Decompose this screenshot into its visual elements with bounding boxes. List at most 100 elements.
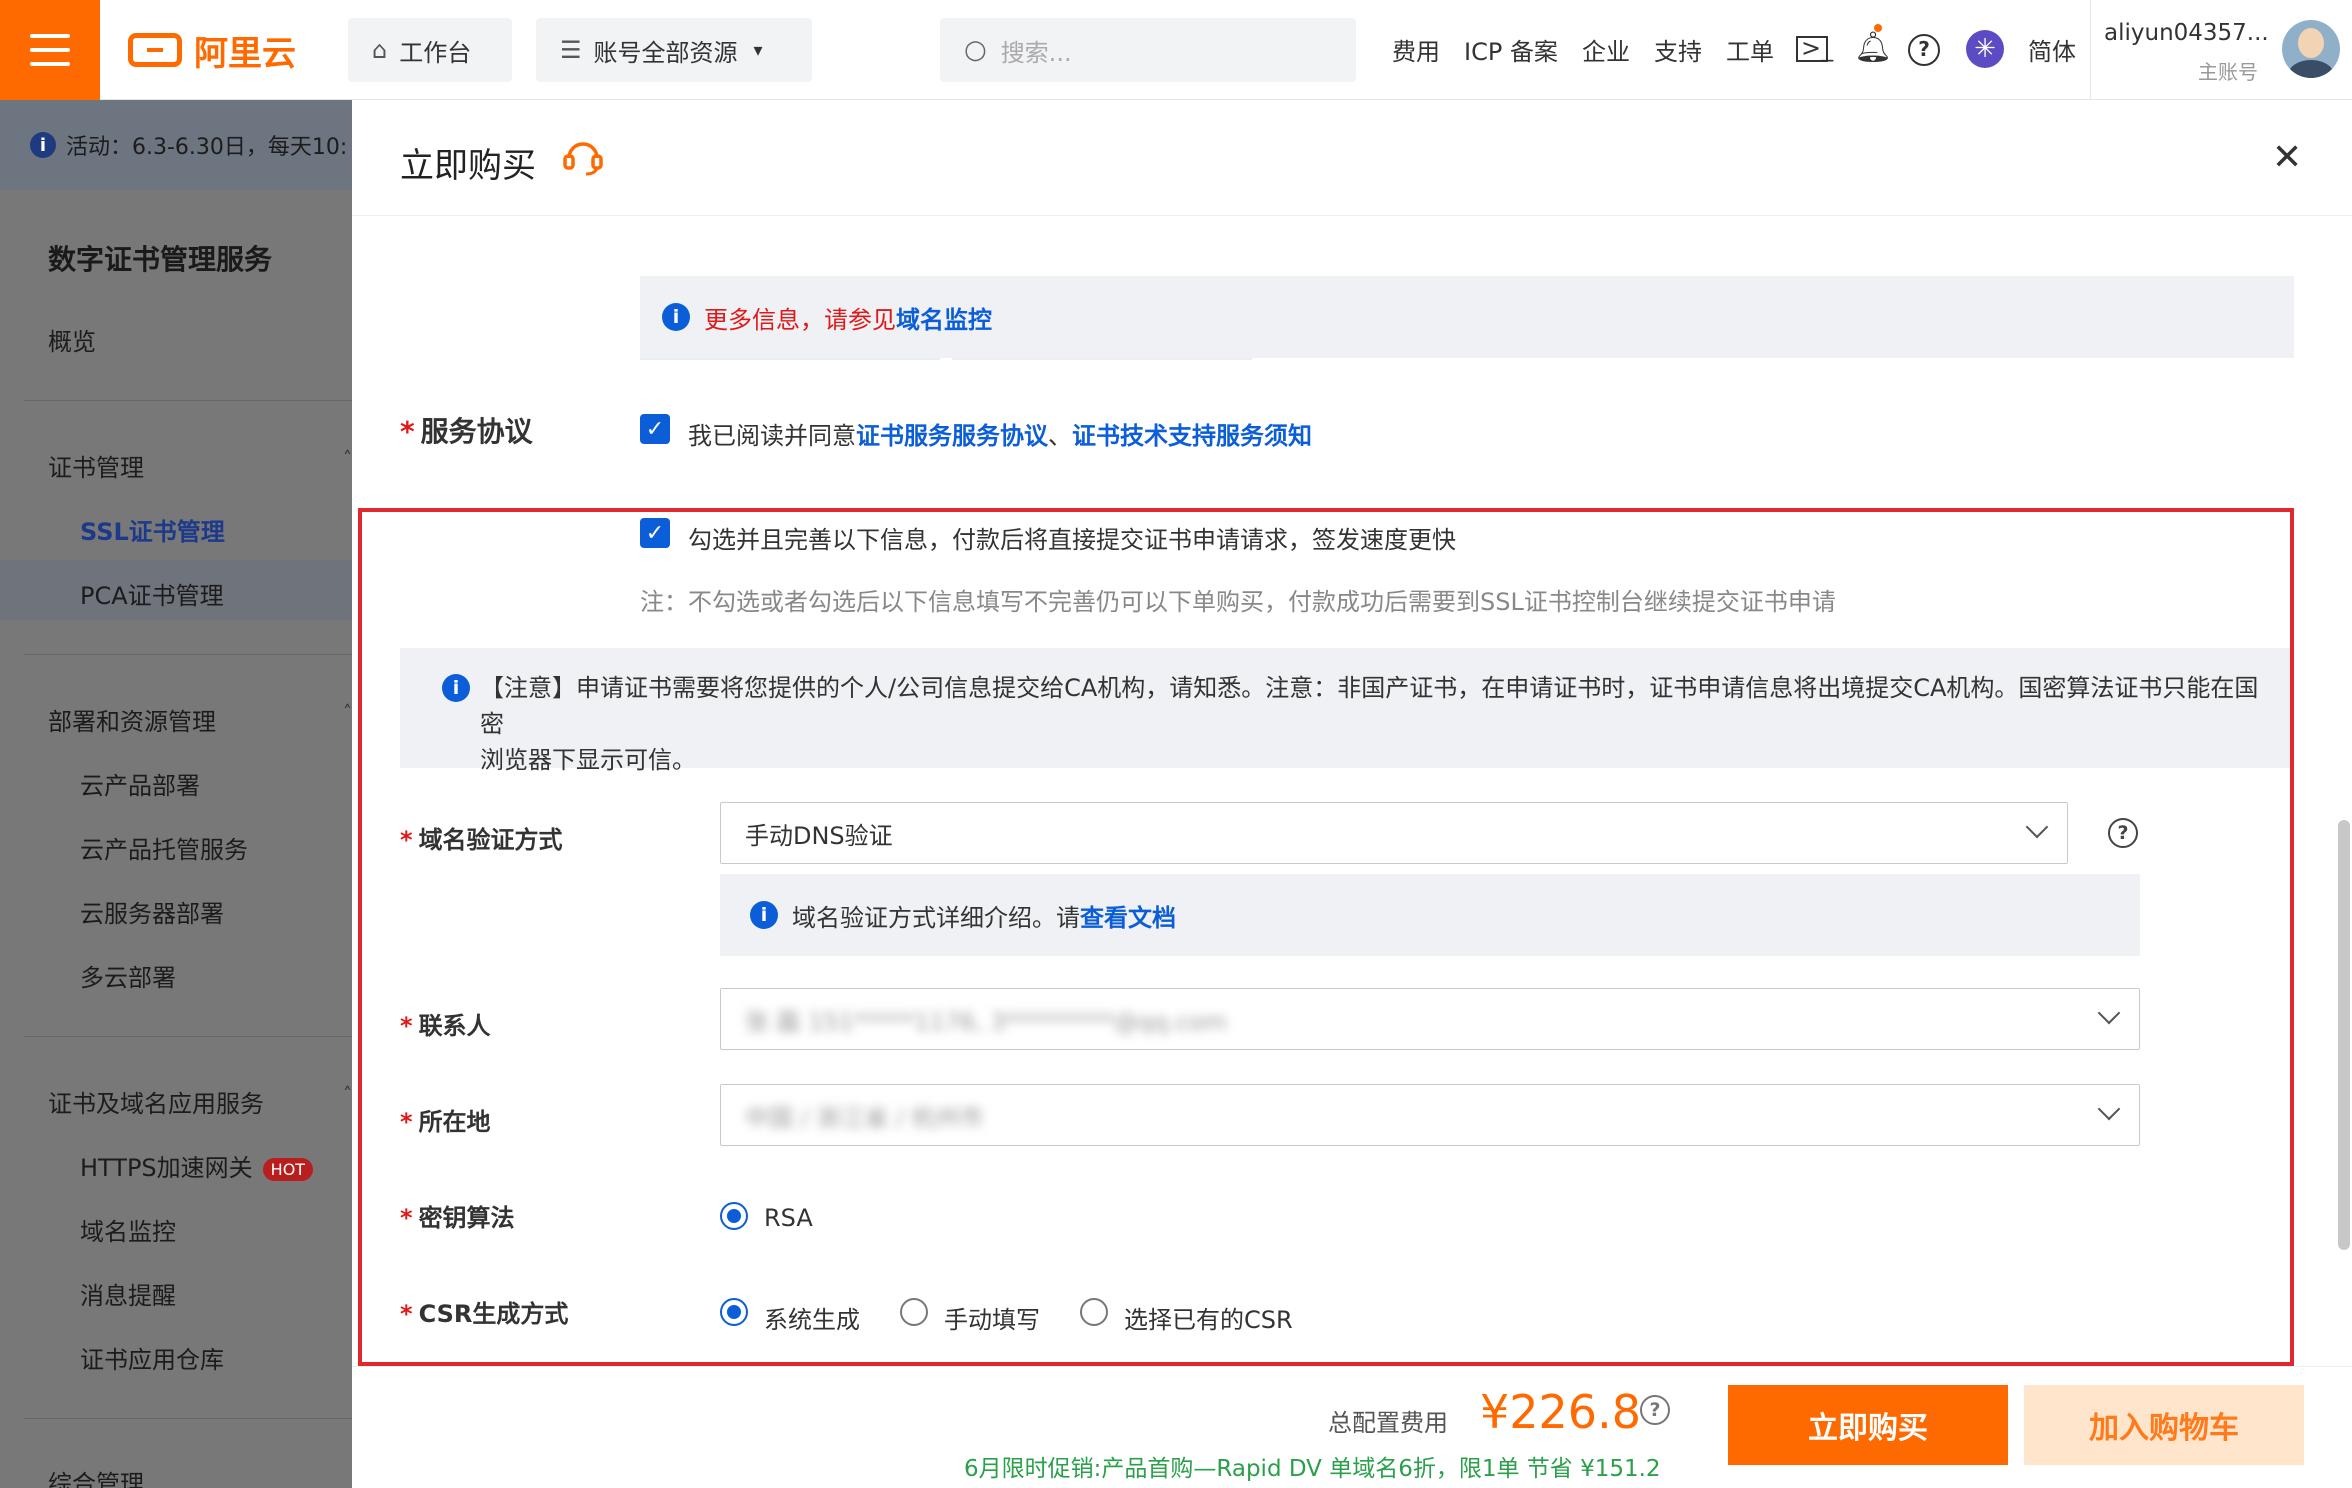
ca-notice-line2: 浏览器下显示可信。 [480,746,696,774]
contact-label: * 联系人 [400,1012,491,1040]
activity-notice[interactable]: i 活动：6.3-6.30日，每天10: [0,100,352,190]
user-separator [2090,0,2091,100]
agreement-checkbox[interactable]: ✓ [640,414,670,444]
terminal-icon[interactable]: >_ [1796,36,1833,62]
csr-system-label[interactable]: 系统生成 [764,1300,860,1335]
chevron-down-icon [2097,1097,2121,1121]
help-icon[interactable]: ? [1908,34,1940,66]
agreement-label: * 服务协议 [400,415,533,448]
price-help-icon[interactable]: ? [1640,1395,1670,1425]
ca-notice-banner: i 【注意】申请证书需要将您提供的个人/公司信息提交给CA机构，请知悉。注意：非… [400,648,2294,774]
support-notice-link[interactable]: 证书技术支持服务须知 [1072,422,1312,450]
sidebar-item-cloud-deploy[interactable]: 云产品部署 [80,766,200,801]
quick-submit-text: 勾选并且完善以下信息，付款后将直接提交证书申请请求，签发速度更快 [688,526,1456,554]
location-value: 中国 / 浙江省 / 杭州市 [745,1103,984,1132]
activity-notice-text: 活动：6.3-6.30日，每天10: [66,135,348,160]
avatar[interactable] [2282,20,2340,78]
sidebar-group-label: 证书管理 [48,454,144,482]
hot-badge: HOT [262,1157,314,1181]
info-icon: i [662,303,690,331]
sidebar-item-ssl[interactable]: SSL证书管理 [80,512,225,547]
domain-monitor-link[interactable]: 域名监控 [896,306,992,334]
nav-support[interactable]: 支持 [1654,32,1702,67]
menu-icon[interactable] [0,0,100,100]
quick-submit-checkbox[interactable]: ✓ [640,518,670,548]
more-info-text: 更多信息，请参见 [704,305,896,334]
csr-existing-label[interactable]: 选择已有的CSR [1124,1300,1293,1335]
chevron-up-icon: ˄ [343,448,352,469]
username[interactable]: aliyun04357... [2104,20,2269,46]
sidebar-item-server-deploy[interactable]: 云服务器部署 [80,894,224,929]
sidebar-divider [24,1418,352,1419]
headset-icon[interactable] [562,136,604,176]
note-text: 注：不勾选或者勾选后以下信息填写不完善仍可以下单购买，付款成功后需要到SSL证书… [640,588,1836,616]
service-agreement-link[interactable]: 证书服务服务协议 [856,422,1048,450]
domain-verify-value: 手动DNS验证 [745,821,893,850]
help-icon[interactable]: ? [2108,818,2138,848]
sidebar-item-hosting[interactable]: 云产品托管服务 [80,830,248,865]
csr-manual-label[interactable]: 手动填写 [944,1300,1040,1335]
sidebar-group-apps[interactable]: 证书及域名应用服务 ˄ [48,1084,352,1119]
csr-existing-radio[interactable] [1080,1298,1108,1326]
home-icon: ⌂ [372,36,388,64]
sidebar-item-domain-monitor[interactable]: 域名监控 [80,1212,176,1247]
workbench-label: 工作台 [399,38,472,67]
key-algo-rsa-radio[interactable] [720,1202,748,1230]
resources-dropdown[interactable]: ☰ 账号全部资源 ▾ [536,18,812,82]
csr-system-radio[interactable] [720,1298,748,1326]
search-input[interactable]: ○ 搜索... [940,18,1356,82]
nav-billing[interactable]: 费用 [1392,32,1440,67]
resources-label: 账号全部资源 [593,38,738,67]
contact-select[interactable]: 张 磊 151*****1176, 3*********@qq.com [720,988,2140,1050]
chevron-up-icon: ˄ [343,1084,352,1105]
purchase-footer: 总配置费用 ¥226.8 ? 6月限时促销:产品首购—Rapid DV 单域名6… [352,1366,2352,1488]
bell-icon[interactable]: 🔔︎ [1854,30,1892,66]
purchase-drawer: 立即购买 ✕ i 更多信息，请参见域名监控 * 服务协议 ✓ 我已阅读并同意证书服… [352,100,2352,1488]
info-icon: i [442,674,470,702]
add-to-cart-button[interactable]: 加入购物车 [2024,1385,2304,1465]
nav-ticket[interactable]: 工单 [1726,32,1774,67]
drawer-title: 立即购买 [400,146,536,186]
sidebar-title: 数字证书管理服务 [48,243,273,276]
total-price: ¥226.8 [1480,1385,1641,1439]
domain-verify-select[interactable]: 手动DNS验证 [720,802,2068,864]
sidebar-item-overview[interactable]: 概览 [48,322,96,357]
language-switch[interactable]: 简体 [2028,32,2076,67]
sidebar-item-label: HTTPS加速网关 [80,1154,253,1182]
nav-icp[interactable]: ICP 备案 [1464,32,1558,67]
sidebar-item-pca[interactable]: PCA证书管理 [80,576,224,611]
sidebar-divider [24,400,352,401]
sidebar-group-deploy[interactable]: 部署和资源管理 ˄ [48,702,352,737]
promo-text: 6月限时促销:产品首购—Rapid DV 单域名6折，限1单 节省 ¥151.2 [964,1456,1661,1482]
sidebar-item-multicloud[interactable]: 多云部署 [80,958,176,993]
search-placeholder: 搜索... [1000,38,1072,67]
key-algo-label: * 密钥算法 [400,1204,515,1232]
more-info-banner: i 更多信息，请参见域名监控 [640,276,2294,358]
top-bar: 阿里云 ⌂ 工作台 ☰ 账号全部资源 ▾ ○ 搜索... 费用 ICP 备案 企… [0,0,2352,100]
view-docs-link[interactable]: 查看文档 [1080,904,1176,932]
close-icon[interactable]: ✕ [2272,140,2302,176]
sidebar-group-general[interactable]: 综合管理 [48,1464,144,1488]
aliyun-logo[interactable]: 阿里云 [128,28,296,74]
location-label: * 所在地 [400,1108,491,1136]
key-algo-rsa-label[interactable]: RSA [764,1204,813,1232]
csr-manual-radio[interactable] [900,1298,928,1326]
workbench-button[interactable]: ⌂ 工作台 [348,18,512,82]
chevron-down-icon [2025,815,2049,839]
total-label: 总配置费用 [1328,1409,1448,1437]
buy-now-button[interactable]: 立即购买 [1728,1385,2008,1465]
sidebar-item-message[interactable]: 消息提醒 [80,1276,176,1311]
info-icon: i [30,132,56,158]
sidebar-item-repo[interactable]: 证书应用仓库 [80,1340,224,1375]
drawer-scrollbar[interactable] [2338,820,2350,1250]
agreement-text: 我已阅读并同意证书服务服务协议、证书技术支持服务须知 [688,422,1312,450]
sidebar-group-cert-mgmt[interactable]: 证书管理 ˄ [48,448,352,483]
stack-icon: ☰ [560,36,582,64]
ai-assistant-icon[interactable]: ✳ [1966,30,2004,68]
contact-value: 张 磊 151*****1176, 3*********@qq.com [745,1007,1228,1036]
sidebar-group-label: 证书及域名应用服务 [48,1090,264,1118]
sidebar-item-https-gateway[interactable]: HTTPS加速网关 HOT [80,1148,314,1183]
nav-enterprise[interactable]: 企业 [1582,32,1630,67]
sidebar-group-label: 部署和资源管理 [48,708,216,736]
location-select[interactable]: 中国 / 浙江省 / 杭州市 [720,1084,2140,1146]
